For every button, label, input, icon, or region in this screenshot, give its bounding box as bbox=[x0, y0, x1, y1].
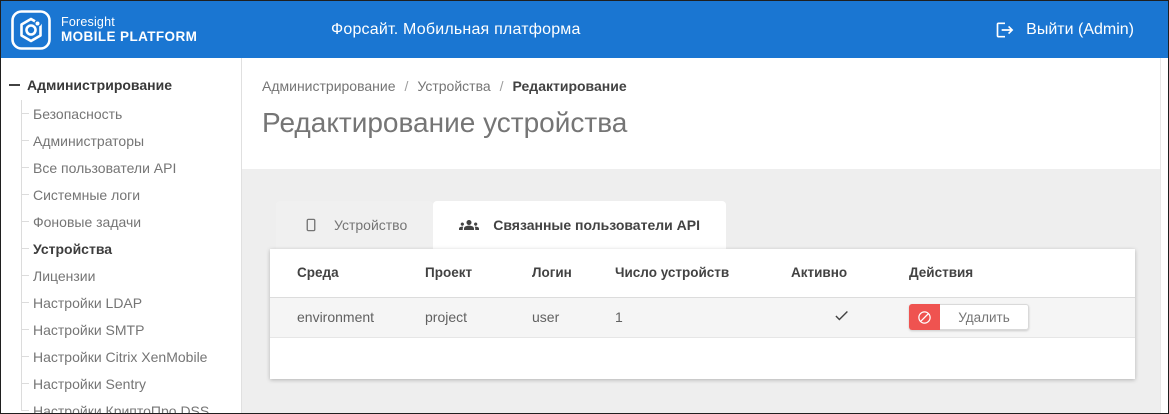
app-header: Foresight MOBILE PLATFORM Форсайт. Мобил… bbox=[1, 1, 1168, 58]
api-users-table: Среда Проект Логин Число устройств Актив… bbox=[270, 249, 1135, 338]
logout-label: Выйти (Admin) bbox=[1026, 21, 1134, 39]
sidebar-item-label: Лицензии bbox=[33, 268, 95, 284]
sidebar-item-label: Настройки SMTP bbox=[33, 322, 144, 338]
column-environment: Среда bbox=[270, 249, 425, 297]
sidebar-item-label: Настройки Sentry bbox=[33, 376, 146, 392]
sidebar-item-label: Администраторы bbox=[33, 133, 144, 149]
check-icon bbox=[833, 307, 850, 324]
sidebar-item-citrix-settings[interactable]: Настройки Citrix XenMobile bbox=[21, 343, 241, 370]
tab-device[interactable]: Устройство bbox=[276, 201, 433, 249]
breadcrumb-separator: / bbox=[500, 78, 504, 94]
scrollbar-track[interactable] bbox=[1160, 58, 1168, 413]
sidebar-item-label: Настройки LDAP bbox=[33, 295, 142, 311]
delete-button-label: Удалить bbox=[940, 304, 1029, 330]
column-device-count: Число устройств bbox=[615, 249, 791, 297]
content-area: Администрирование Безопасность Администр… bbox=[1, 58, 1168, 413]
sidebar-item-smtp-settings[interactable]: Настройки SMTP bbox=[21, 316, 241, 343]
logo-text: Foresight MOBILE PLATFORM bbox=[61, 15, 197, 45]
delete-button[interactable]: Удалить bbox=[909, 304, 1029, 330]
sidebar-item-label: Все пользователи API bbox=[33, 160, 176, 176]
logo-link[interactable]: Foresight MOBILE PLATFORM bbox=[11, 10, 197, 50]
app-title: Форсайт. Мобильная платформа bbox=[331, 1, 581, 58]
sidebar-item-sentry-settings[interactable]: Настройки Sentry bbox=[21, 370, 241, 397]
application-window: Foresight MOBILE PLATFORM Форсайт. Мобил… bbox=[0, 0, 1169, 414]
sidebar-item-administration[interactable]: Администрирование bbox=[1, 74, 241, 96]
api-users-card: Среда Проект Логин Число устройств Актив… bbox=[270, 249, 1135, 379]
breadcrumb-separator: / bbox=[405, 78, 409, 94]
table-header-row: Среда Проект Логин Число устройств Актив… bbox=[270, 249, 1135, 297]
sidebar-nav: Администрирование Безопасность Администр… bbox=[1, 58, 242, 413]
cell-active bbox=[791, 297, 909, 337]
sidebar-item-label: Системные логи bbox=[33, 187, 140, 203]
logout-icon bbox=[995, 20, 1015, 40]
breadcrumb: Администрирование / Устройства / Редакти… bbox=[262, 78, 1160, 94]
sidebar-item-ldap-settings[interactable]: Настройки LDAP bbox=[21, 289, 241, 316]
sidebar-item-label: Настройки Citrix XenMobile bbox=[33, 349, 207, 365]
tab-device-label: Устройство bbox=[334, 217, 407, 233]
collapse-minus-icon[interactable] bbox=[9, 84, 20, 86]
column-project: Проект bbox=[425, 249, 532, 297]
breadcrumb-devices[interactable]: Устройства bbox=[417, 78, 490, 94]
cell-project: project bbox=[425, 297, 532, 337]
work-area: Устройство Связанные пользователи API bbox=[242, 169, 1160, 413]
sidebar-item-api-users[interactable]: Все пользователи API bbox=[21, 154, 241, 181]
breadcrumb-administration[interactable]: Администрирование bbox=[262, 78, 396, 94]
cell-actions: Удалить bbox=[909, 297, 1135, 337]
logo-line2: MOBILE PLATFORM bbox=[61, 29, 197, 45]
sidebar-item-background-tasks[interactable]: Фоновые задачи bbox=[21, 208, 241, 235]
tab-bar: Устройство Связанные пользователи API bbox=[276, 201, 1160, 249]
foresight-logo-icon bbox=[11, 10, 51, 50]
column-login: Логин bbox=[532, 249, 615, 297]
cell-environment: environment bbox=[270, 297, 425, 337]
sidebar-item-cryptopro-settings[interactable]: Настройки КриптоПро DSS bbox=[21, 397, 241, 413]
logo-line1: Foresight bbox=[61, 15, 197, 29]
column-actions: Действия bbox=[909, 249, 1135, 297]
block-icon bbox=[909, 304, 940, 330]
page-title: Редактирование устройства bbox=[262, 107, 1160, 139]
tab-linked-api-users-label: Связанные пользователи API bbox=[493, 217, 700, 233]
sidebar-item-label: Фоновые задачи bbox=[33, 214, 141, 230]
logout-button[interactable]: Выйти (Admin) bbox=[995, 20, 1134, 40]
table-row: environment project user 1 bbox=[270, 297, 1135, 337]
sidebar-item-label: Настройки КриптоПро DSS bbox=[33, 403, 209, 414]
cell-login: user bbox=[532, 297, 615, 337]
tab-linked-api-users[interactable]: Связанные пользователи API bbox=[433, 201, 726, 249]
sidebar-item-administrators[interactable]: Администраторы bbox=[21, 127, 241, 154]
main-panel: Администрирование / Устройства / Редакти… bbox=[242, 58, 1160, 413]
sidebar-item-label: Безопасность bbox=[33, 106, 122, 122]
sidebar-item-devices[interactable]: Устройства bbox=[21, 235, 241, 262]
sidebar-item-system-logs[interactable]: Системные логи bbox=[21, 181, 241, 208]
page-head: Администрирование / Устройства / Редакти… bbox=[242, 58, 1160, 169]
sidebar-item-label: Устройства bbox=[33, 241, 112, 257]
sidebar-root-label: Администрирование bbox=[27, 77, 172, 93]
column-active: Активно bbox=[791, 249, 909, 297]
device-icon bbox=[302, 216, 320, 234]
sidebar-tree: Безопасность Администраторы Все пользова… bbox=[21, 100, 241, 413]
sidebar-item-licenses[interactable]: Лицензии bbox=[21, 262, 241, 289]
group-icon bbox=[459, 215, 479, 235]
breadcrumb-current: Редактирование bbox=[513, 78, 627, 94]
sidebar-item-security[interactable]: Безопасность bbox=[21, 100, 241, 127]
cell-device-count: 1 bbox=[615, 297, 791, 337]
